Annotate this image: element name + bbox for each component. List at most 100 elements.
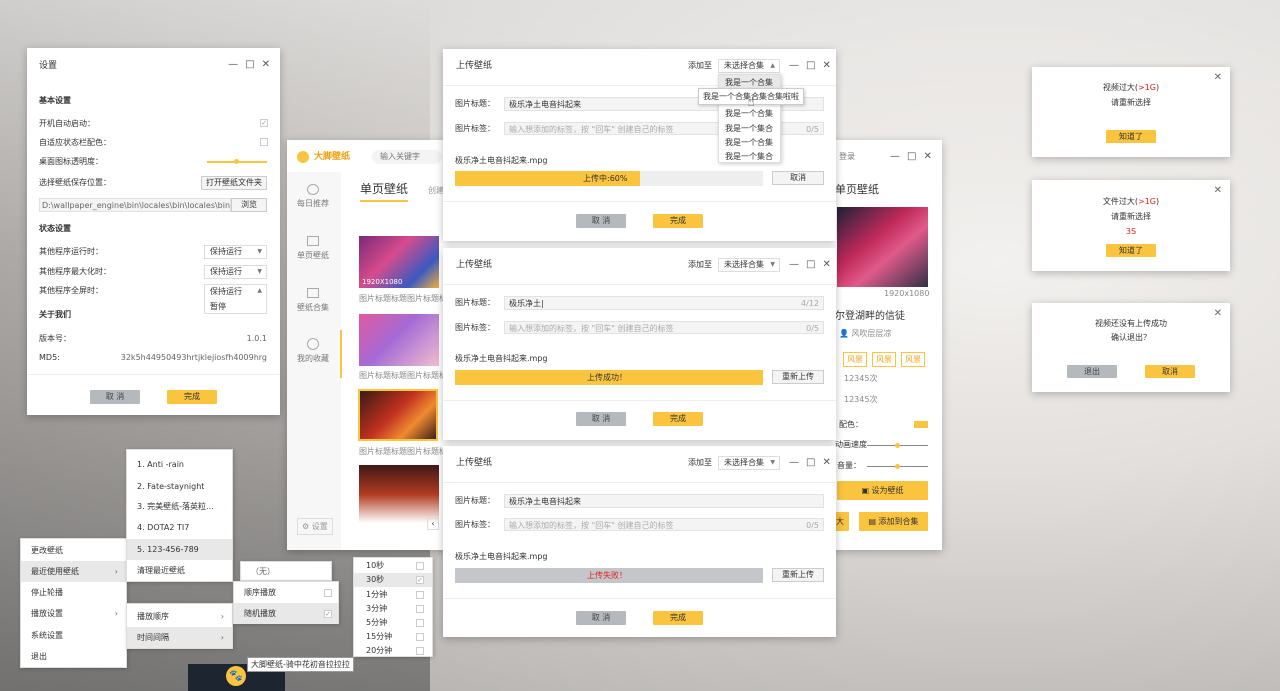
interval-option[interactable]: 15分钟 — [354, 631, 432, 644]
interval-option-selected[interactable]: 30秒 ✓ — [354, 573, 432, 587]
set-wallpaper-button[interactable]: ▣ 设为壁纸 — [837, 481, 928, 500]
name-input[interactable]: 极乐净土| 4/12 — [504, 296, 824, 310]
minimize-icon[interactable]: — — [789, 260, 799, 270]
minimize-icon[interactable]: — — [789, 458, 799, 468]
close-icon[interactable]: ✕ — [1214, 72, 1222, 83]
clear-recent[interactable]: 清理最近壁纸 — [127, 560, 232, 581]
cancel-button[interactable]: 取 消 — [576, 611, 626, 625]
recent-item[interactable]: 3. 完美壁纸-落英粒... — [127, 496, 232, 517]
minimize-icon[interactable]: — — [890, 152, 900, 162]
done-button[interactable]: 完成 — [653, 412, 703, 426]
menu-item-play-settings[interactable]: 播放设置 › — [21, 603, 126, 624]
slider-handle[interactable] — [895, 464, 900, 469]
wallpaper-thumb[interactable]: 1920X1080 — [359, 236, 439, 288]
menu-item-change[interactable]: 更改壁纸 — [21, 540, 126, 561]
checkbox-checked[interactable]: ✓ — [324, 610, 332, 618]
maximize-icon[interactable]: □ — [907, 152, 916, 162]
minimize-icon[interactable]: — — [789, 61, 799, 71]
opacity-slider[interactable] — [207, 159, 267, 164]
tag-input[interactable]: 输入想添加的标签，按 "回车" 创建自己的标签 0/5 — [504, 321, 824, 334]
order-random[interactable]: 随机播放 ✓ — [234, 603, 338, 624]
color-swatch[interactable] — [914, 421, 928, 428]
wallpaper-thumb-selected[interactable] — [358, 389, 438, 441]
done-button[interactable]: 完成 — [653, 214, 703, 228]
dropdown-option[interactable]: 我是一个集合 — [725, 123, 773, 134]
pager-prev[interactable]: ‹ — [427, 518, 439, 530]
close-icon[interactable]: ✕ — [923, 152, 931, 162]
done-button[interactable]: 完成 — [653, 611, 703, 625]
order-sequential[interactable]: 顺序播放 — [234, 582, 338, 603]
checkbox[interactable] — [416, 605, 424, 613]
cancel-button[interactable]: 取 消 — [576, 214, 626, 228]
checkbox[interactable] — [416, 562, 424, 570]
option-pause[interactable]: 暂停 — [210, 301, 226, 313]
cancel-button[interactable]: 取 消 — [576, 412, 626, 426]
path-field[interactable]: D:\wallpaper_engine\bin\locales\bin\loca… — [39, 198, 231, 212]
interval-option[interactable]: 10秒 — [354, 560, 432, 573]
open-folder-button[interactable]: 打开壁纸文件夹 — [201, 176, 267, 190]
autostart-checkbox[interactable]: ✓ — [260, 119, 268, 127]
slider-handle[interactable] — [895, 443, 900, 448]
interval-option[interactable]: 5分钟 — [354, 617, 432, 630]
nav-daily[interactable]: 每日推荐 — [297, 200, 329, 208]
speed-slider[interactable] — [867, 443, 928, 448]
menu-item-system[interactable]: 系统设置 — [21, 625, 126, 646]
collection-select[interactable]: 未选择合集 ▼ — [718, 258, 780, 272]
recent-item[interactable]: 2. Fate-staynight — [127, 476, 232, 497]
close-icon[interactable]: ✕ — [822, 458, 830, 468]
close-icon[interactable]: ✕ — [822, 260, 830, 270]
tab-single[interactable]: 单页壁纸 — [360, 183, 408, 195]
menu-item-recent[interactable]: 最近使用壁纸 › — [21, 561, 126, 582]
checkbox-checked[interactable]: ✓ — [416, 576, 424, 584]
menu-item-order[interactable]: 播放顺序 › — [127, 606, 232, 627]
maximize-icon[interactable]: □ — [806, 458, 815, 468]
settings-link[interactable]: ⚙ 设置 — [297, 518, 333, 535]
max-select[interactable]: 保持运行 ▼ — [204, 265, 267, 279]
checkbox[interactable] — [416, 619, 424, 627]
close-icon[interactable]: ✕ — [1214, 185, 1222, 196]
search-input[interactable]: 输入关键字 — [372, 150, 442, 164]
dropdown-option[interactable]: 我是一个集合 — [725, 151, 773, 162]
close-icon[interactable]: ✕ — [822, 61, 830, 71]
ok-button[interactable]: 知道了 — [1106, 130, 1156, 143]
interval-option[interactable]: 20分钟 — [354, 645, 432, 658]
menu-item-exit[interactable]: 退出 — [21, 646, 126, 667]
add-to-collection-button[interactable]: ▤ 添加到合集 — [859, 512, 928, 531]
checkbox[interactable] — [416, 633, 424, 641]
collection-select[interactable]: 未选择合集 ▲ — [718, 59, 780, 73]
retry-button[interactable]: 重新上传 — [772, 568, 824, 582]
menu-item-stop[interactable]: 停止轮播 — [21, 582, 126, 603]
tag[interactable]: 风景 — [901, 352, 925, 367]
maximize-icon[interactable]: □ — [806, 61, 815, 71]
minimize-icon[interactable]: — — [228, 60, 238, 70]
recent-item[interactable]: 5. 123-456-789 — [127, 539, 232, 560]
tag-input[interactable]: 输入想添加的标签，按 "回车" 创建自己的标签 0/5 — [504, 518, 824, 531]
login-link[interactable]: 登录 — [839, 153, 855, 161]
browse-button[interactable]: 浏览 — [231, 198, 267, 212]
dropdown-option[interactable]: 我是一个合集 — [725, 137, 773, 148]
volume-slider[interactable] — [867, 464, 928, 469]
interval-option[interactable]: 1分钟 — [354, 589, 432, 602]
tag[interactable]: 风景 — [872, 352, 896, 367]
settings-done-button[interactable]: 完成 — [167, 390, 217, 404]
nav-favorites[interactable]: 我的收藏 — [297, 355, 329, 363]
tab-create[interactable]: 创建 — [428, 187, 444, 195]
slider-handle[interactable] — [234, 159, 239, 164]
menu-item-interval[interactable]: 时间间隔 › — [127, 627, 232, 648]
exit-button[interactable]: 退出 — [1067, 365, 1117, 378]
nav-collection[interactable]: 壁纸合集 — [297, 304, 329, 312]
close-icon[interactable]: ✕ — [262, 60, 270, 70]
close-icon[interactable]: ✕ — [1214, 308, 1222, 319]
tray-app-icon[interactable]: 🐾 — [226, 666, 246, 686]
run-select[interactable]: 保持运行 ▼ — [204, 245, 267, 259]
interval-option[interactable]: 3分钟 — [354, 603, 432, 616]
checkbox[interactable] — [416, 591, 424, 599]
recent-item[interactable]: 1. Anti -rain — [127, 454, 232, 475]
nav-single[interactable]: 单页壁纸 — [297, 252, 329, 260]
retry-button[interactable]: 重新上传 — [772, 370, 824, 384]
checkbox[interactable] — [416, 647, 424, 655]
cancel-button[interactable]: 取消 — [1145, 365, 1195, 378]
checkbox[interactable] — [324, 589, 332, 597]
tag[interactable]: 风景 — [843, 352, 867, 367]
wallpaper-thumb[interactable] — [359, 465, 439, 523]
